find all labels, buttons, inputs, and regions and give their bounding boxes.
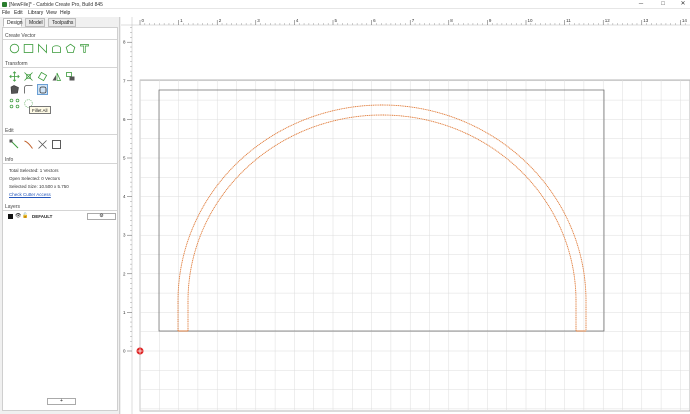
left-panel: Design Model Toolpaths Create Vector Tra…	[0, 17, 120, 414]
ruler-label: 11	[566, 18, 571, 23]
ruler-label: 12	[605, 18, 611, 23]
title-bar: [NewFile]* - Carbide Create Pro, Build 8…	[0, 0, 690, 9]
canvas-svg[interactable]: 0 1 2 3 4 5 6 7 8 9 10 11 12 13 14 012345678	[121, 17, 690, 414]
divider	[3, 134, 117, 135]
origin-marker-icon	[136, 347, 144, 355]
polygon-tool-icon[interactable]	[65, 43, 76, 54]
workspace-grid	[139, 79, 690, 412]
menu-edit[interactable]: Edit	[14, 10, 23, 16]
fillet-tool-icon[interactable]	[23, 84, 34, 95]
design-panel: Create Vector Transform Fillet All Edit …	[2, 27, 118, 411]
menu-help[interactable]: Help	[60, 10, 70, 16]
divider	[3, 39, 117, 40]
selected-size-text: Selected Size: 10.500 x 5.750	[9, 184, 69, 189]
divider	[3, 67, 117, 68]
tab-model[interactable]: Model	[25, 18, 45, 27]
trim-tool-icon[interactable]	[37, 139, 48, 150]
app-window: [NewFile]* - Carbide Create Pro, Build 8…	[0, 0, 690, 414]
add-layer-button[interactable]: +	[47, 398, 76, 405]
menu-view[interactable]: View	[46, 10, 57, 16]
menu-file[interactable]: File	[2, 10, 10, 16]
menu-library[interactable]: Library	[28, 10, 43, 16]
menu-bar: File Edit Library View Help	[0, 9, 690, 17]
tab-bar: Design Model Toolpaths	[3, 18, 118, 27]
rectangle-tool-icon[interactable]	[23, 43, 34, 54]
rotate-tool-icon[interactable]	[37, 71, 48, 82]
fillet-all-tool-icon[interactable]	[37, 84, 48, 95]
boolean-tool-icon[interactable]	[51, 139, 62, 150]
tooltip: Fillet All	[29, 106, 51, 114]
check-cutter-access-link[interactable]: Check Cutter Access	[9, 192, 51, 197]
layer-name: DEFAULT	[32, 214, 53, 219]
tab-toolpaths[interactable]: Toolpaths	[48, 18, 76, 27]
ruler-label: 14	[682, 18, 688, 23]
text-tool-icon[interactable]	[79, 43, 90, 54]
tab-design[interactable]: Design	[3, 18, 23, 27]
circle-tool-icon[interactable]	[9, 43, 20, 54]
ruler-label: 13	[643, 18, 649, 23]
window-title: [NewFile]* - Carbide Create Pro, Build 8…	[9, 1, 103, 8]
array-tool-icon[interactable]	[9, 98, 20, 109]
close-button[interactable]: ✕	[676, 0, 690, 9]
polyline-tool-icon[interactable]	[37, 43, 48, 54]
join-tool-icon[interactable]	[23, 139, 34, 150]
align-tool-icon[interactable]	[65, 71, 76, 82]
vertical-ruler	[121, 17, 132, 414]
node-edit-tool-icon[interactable]	[9, 139, 20, 150]
offset-tool-icon[interactable]	[9, 84, 20, 95]
scale-tool-icon[interactable]	[23, 71, 34, 82]
mirror-tool-icon[interactable]	[51, 71, 62, 82]
layer-color-swatch[interactable]	[8, 214, 13, 219]
lock-icon[interactable]: 🔓	[22, 213, 28, 219]
maximize-button[interactable]: □	[656, 0, 670, 9]
minimize-button[interactable]: ─	[634, 0, 648, 9]
gear-icon[interactable]: ⚙	[87, 213, 116, 220]
design-canvas[interactable]: 0 1 2 3 4 5 6 7 8 9 10 11 12 13 14 012345678	[121, 17, 690, 414]
divider	[3, 163, 117, 164]
move-tool-icon[interactable]	[9, 71, 20, 82]
eye-icon[interactable]: 👁	[15, 213, 21, 219]
total-selected-text: Total Selected: 1 Vectors	[9, 168, 59, 173]
ruler-label: 10	[528, 18, 534, 23]
app-icon	[2, 2, 7, 7]
open-selected-text: Open Selected: 0 Vectors	[9, 176, 61, 181]
layer-row[interactable]: 👁 🔓 DEFAULT ⚙	[6, 213, 116, 221]
divider	[3, 210, 117, 211]
curve-tool-icon[interactable]	[51, 43, 62, 54]
